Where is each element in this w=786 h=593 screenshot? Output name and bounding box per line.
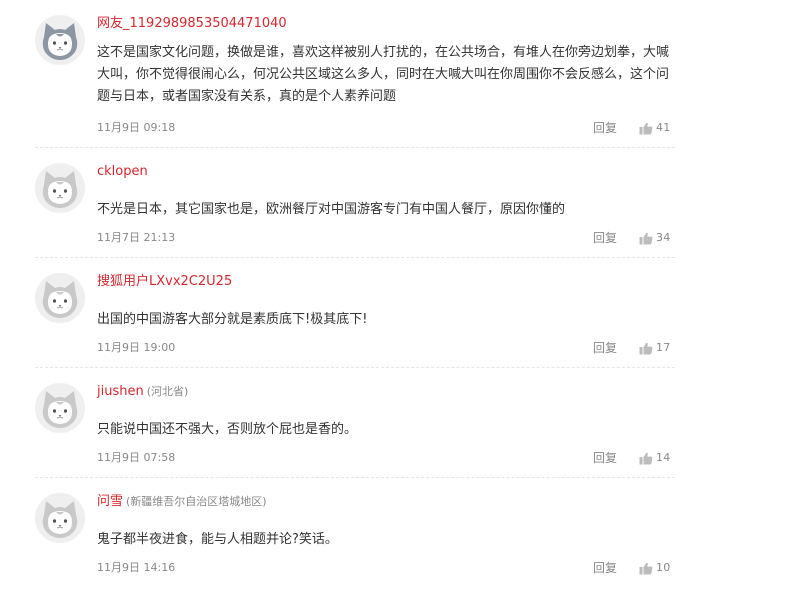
comment-item: cklopen 不光是日本，其它国家也是，欧洲餐厅对中国游客专门有中国人餐厅，原… (0, 148, 786, 258)
comment-item: 网友_1192989853504471040 这不是国家文化问题，换做是谁，喜欢… (0, 0, 786, 148)
comment-item: 搜狐用户LXvx2C2U25 出国的中国游客大部分就是素质底下!极其底下! 11… (0, 258, 786, 368)
thumbs-up-icon (639, 232, 653, 245)
comment-text: 只能说中国还不强大，否则放个屁也是香的。 (97, 422, 358, 437)
like-button[interactable]: 34 (639, 230, 670, 246)
thumbs-up-icon (639, 342, 653, 355)
comment-header: cklopen (97, 161, 151, 181)
username-link[interactable]: 搜狐用户LXvx2C2U25 (97, 274, 232, 289)
thumbs-up-icon (639, 562, 653, 575)
comment-header: jiushen (河北省) (97, 381, 188, 401)
comment-list: 网友_1192989853504471040 这不是国家文化问题，换做是谁，喜欢… (0, 0, 786, 593)
comment-text: 出国的中国游客大部分就是素质底下!极其底下! (97, 312, 368, 327)
username-link[interactable]: jiushen (97, 384, 144, 399)
comment-timestamp: 11月9日 14:16 (97, 561, 176, 574)
user-location: (新疆维吾尔自治区塔城地区) (126, 495, 267, 508)
thumbs-up-icon (639, 122, 653, 135)
like-button[interactable]: 10 (639, 560, 670, 576)
comment-header: 搜狐用户LXvx2C2U25 (97, 271, 235, 291)
comment-timestamp: 11月9日 09:18 (97, 121, 176, 134)
cat-avatar-icon[interactable] (35, 493, 85, 543)
reply-button[interactable]: 回复 (593, 340, 617, 356)
like-count: 10 (656, 561, 671, 574)
cat-avatar-icon[interactable] (35, 163, 85, 213)
cat-avatar-icon[interactable] (35, 15, 85, 65)
comment-item: jiushen (河北省) 只能说中国还不强大，否则放个屁也是香的。 11月9日 … (0, 368, 786, 478)
comment-text: 鬼子都半夜进食，能与人相题并论?笑话。 (97, 532, 338, 547)
like-count: 41 (656, 121, 671, 134)
like-count: 17 (656, 341, 671, 354)
like-button[interactable]: 17 (639, 340, 670, 356)
thumbs-up-icon (639, 452, 653, 465)
username-link[interactable]: 问雪 (97, 494, 123, 509)
reply-button[interactable]: 回复 (593, 230, 617, 246)
username-link[interactable]: cklopen (97, 164, 148, 179)
comment-timestamp: 11月7日 21:13 (97, 231, 176, 244)
username-link[interactable]: 网友_1192989853504471040 (97, 16, 287, 31)
comment-text: 这不是国家文化问题，换做是谁，喜欢这样被别人打扰的，在公共场合，有堆人在你旁边划… (97, 45, 670, 104)
comment-timestamp: 11月9日 19:00 (97, 341, 176, 354)
user-location: (河北省) (146, 385, 189, 398)
reply-button[interactable]: 回复 (593, 120, 617, 136)
comment-header: 问雪 (新疆维吾尔自治区塔城地区) (97, 491, 267, 511)
comment-header: 网友_1192989853504471040 (97, 13, 290, 33)
cat-avatar-icon[interactable] (35, 383, 85, 433)
like-button[interactable]: 14 (639, 450, 670, 466)
like-button[interactable]: 41 (639, 120, 670, 136)
comment-text: 不光是日本，其它国家也是，欧洲餐厅对中国游客专门有中国人餐厅，原因你懂的 (97, 202, 566, 217)
comment-timestamp: 11月9日 07:58 (97, 451, 176, 464)
like-count: 14 (656, 451, 671, 464)
comment-item: 问雪 (新疆维吾尔自治区塔城地区) 鬼子都半夜进食，能与人相题并论?笑话。 11月… (0, 478, 786, 593)
reply-button[interactable]: 回复 (593, 450, 617, 466)
cat-avatar-icon[interactable] (35, 273, 85, 323)
reply-button[interactable]: 回复 (593, 560, 617, 576)
like-count: 34 (656, 231, 671, 244)
